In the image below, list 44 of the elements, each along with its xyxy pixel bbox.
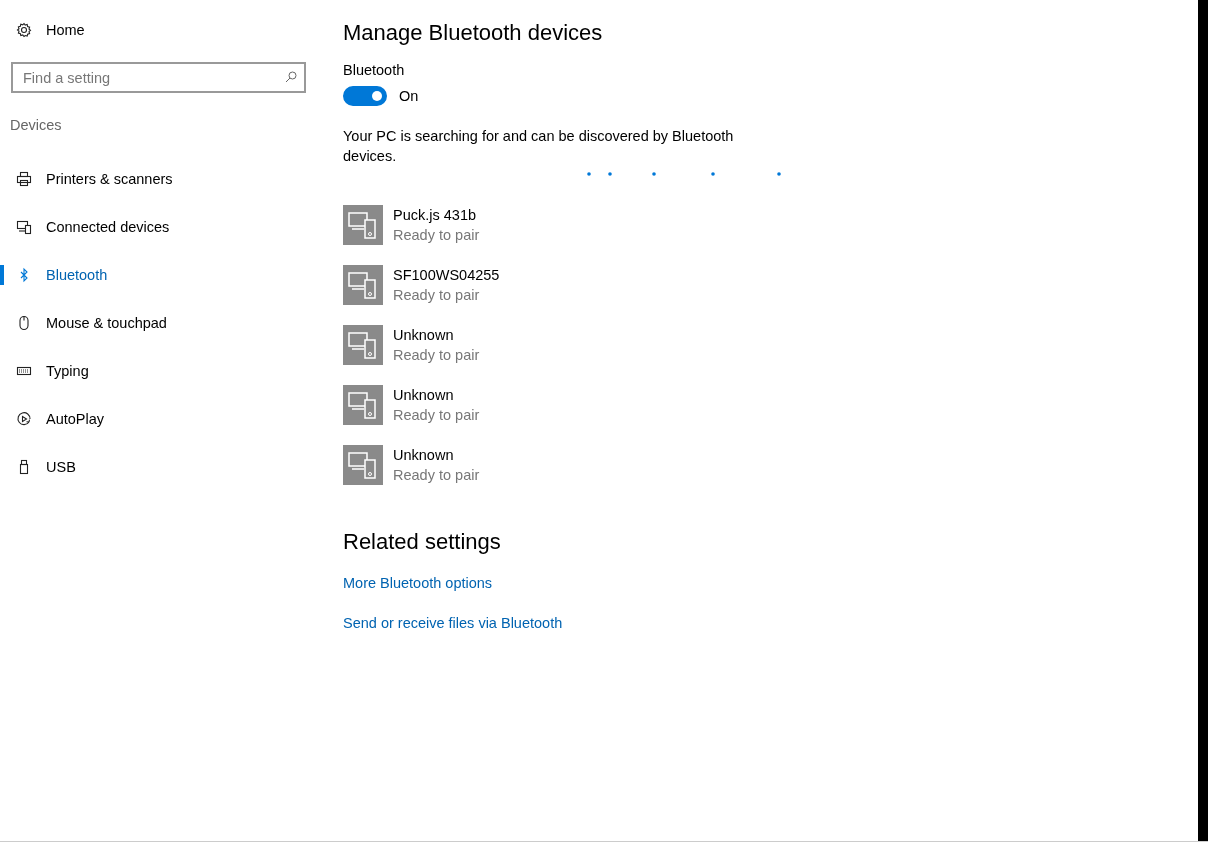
autoplay-icon [16,411,32,427]
home-link[interactable]: Home [0,10,320,50]
toggle-switch[interactable] [343,86,387,106]
sidebar-item[interactable]: USB [0,443,320,491]
device-name: Puck.js 431b [393,206,478,225]
device-status: Ready to pair [393,466,480,485]
devices-icon [343,265,383,305]
device-item[interactable]: Puck.js 431b Ready to pair [343,205,500,245]
device-status: Ready to pair [393,406,480,425]
page-title: Manage Bluetooth devices [343,20,603,46]
settings-link[interactable]: Send or receive files via Bluetooth [343,613,563,633]
gear-icon [16,22,32,38]
description-text: Your PC is searching for and can be discovered by Bluetooth devices. [343,127,735,166]
devices-icon [343,445,383,485]
toggle-state: On [399,88,419,104]
search-field[interactable]: Find a setting [11,62,306,93]
device-status: Ready to pair [393,286,481,305]
sidebar-item[interactable]: Printers & scanners [0,155,320,203]
section-heading: Related settings [343,529,501,555]
device-name: Unknown [393,386,455,405]
settings-link[interactable]: More Bluetooth options [343,573,493,593]
printer-icon [16,171,32,187]
toggle-label: Bluetooth [343,62,405,78]
device-name: SF100WS04255 [393,266,500,285]
device-name: Unknown [393,326,455,345]
device-status: Ready to pair [393,346,480,365]
sidebar-item[interactable]: AutoPlay [0,395,320,443]
devices-icon [343,385,383,425]
device-item[interactable]: Unknown Ready to pair [343,445,500,485]
device-item[interactable]: Unknown Ready to pair [343,385,500,425]
mouse-icon [16,315,32,331]
sidebar-item[interactable]: Connected devices [0,203,320,251]
device-item[interactable]: SF100WS04255 Ready to pair [343,265,500,305]
devices-icon [16,219,32,235]
device-name: Unknown [393,446,455,465]
search-icon [285,71,297,83]
sidebar-item[interactable]: Bluetooth [0,251,320,299]
device-item[interactable]: Unknown Ready to pair [343,325,500,365]
devices-icon [343,325,383,365]
sidebar-item[interactable]: Mouse & touchpad [0,299,320,347]
section-heading: Devices [9,117,63,133]
device-status: Ready to pair [393,226,480,245]
sidebar-item[interactable]: Typing [0,347,320,395]
devices-icon [343,205,383,245]
